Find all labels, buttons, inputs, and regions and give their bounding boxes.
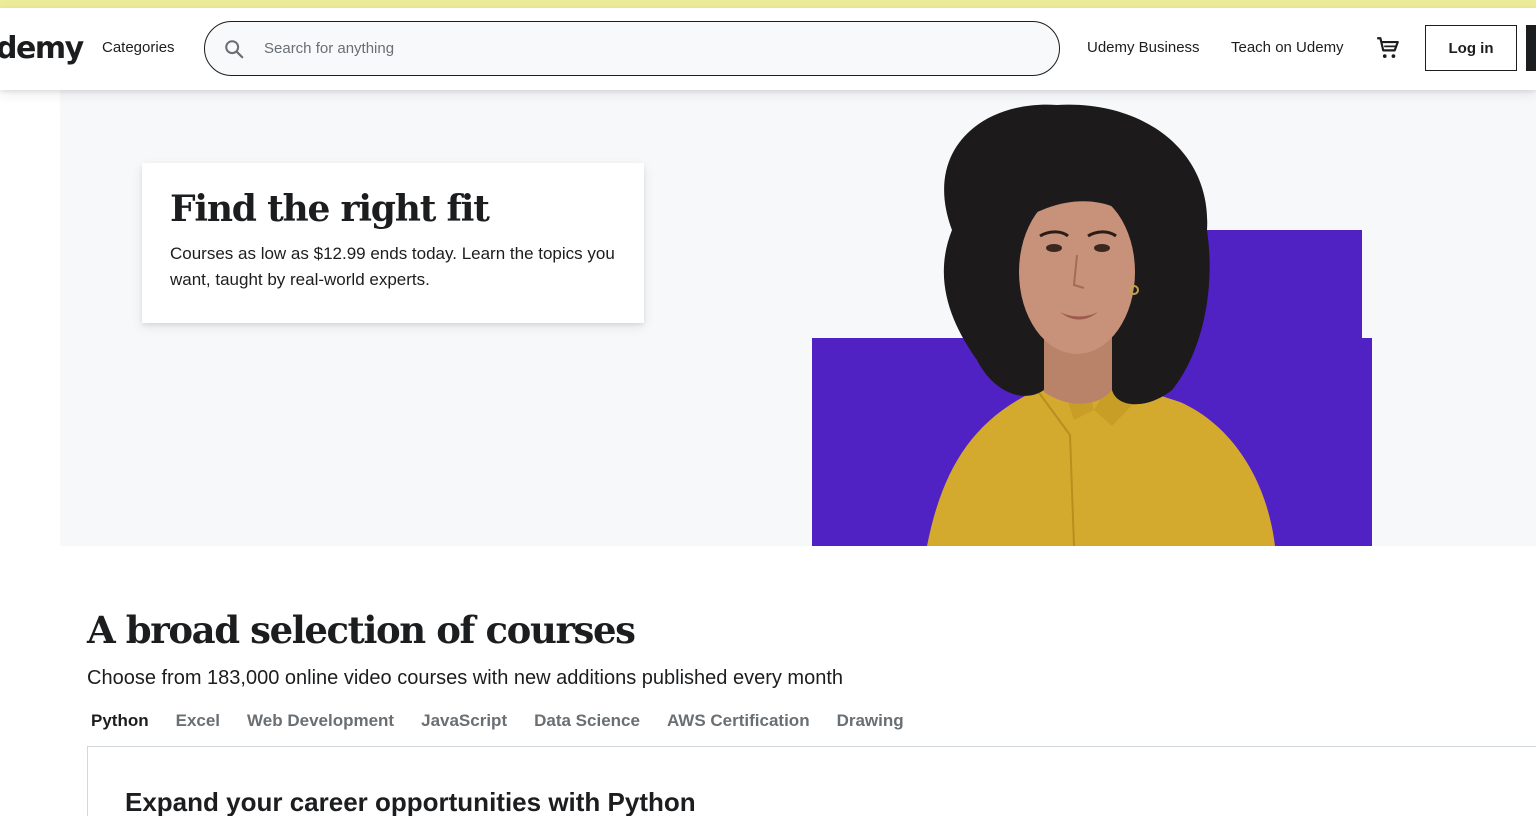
hero-banner: Find the right fit Courses as low as $12… [60, 90, 1536, 546]
course-category-tabs: Python Excel Web Development JavaScript … [91, 710, 904, 734]
top-banner-strip [0, 0, 1536, 8]
udemy-logo[interactable]: demy [0, 31, 84, 67]
tab-excel[interactable]: Excel [176, 710, 220, 734]
hero-title: Find the right fit [170, 188, 490, 230]
search-bar[interactable] [204, 21, 1060, 76]
tab-data-science[interactable]: Data Science [534, 710, 640, 734]
tab-aws-certification[interactable]: AWS Certification [667, 710, 810, 734]
tab-drawing[interactable]: Drawing [837, 710, 904, 734]
shopping-cart-icon[interactable] [1375, 35, 1401, 61]
section-title: A broad selection of courses [87, 608, 636, 652]
signup-button[interactable] [1526, 25, 1536, 71]
teach-on-udemy-link[interactable]: Teach on Udemy [1231, 39, 1344, 57]
course-panel: Expand your career opportunities with Py… [87, 746, 1536, 816]
panel-title: Expand your career opportunities with Py… [125, 787, 696, 816]
tab-javascript[interactable]: JavaScript [421, 710, 507, 734]
site-header: demy Categories Udemy Business Teach on … [0, 8, 1536, 90]
search-icon[interactable] [223, 38, 245, 60]
hero-portrait-image [812, 104, 1372, 546]
udemy-business-link[interactable]: Udemy Business [1087, 39, 1200, 57]
hero-text: Courses as low as $12.99 ends today. Lea… [170, 244, 615, 289]
face [1019, 190, 1135, 354]
tab-python[interactable]: Python [91, 710, 149, 734]
hero-card: Find the right fit Courses as low as $12… [142, 163, 644, 323]
tab-web-development[interactable]: Web Development [247, 710, 394, 734]
categories-menu[interactable]: Categories [102, 39, 175, 57]
login-button[interactable]: Log in [1425, 25, 1517, 71]
search-input[interactable] [264, 22, 1044, 75]
section-subtitle: Choose from 183,000 online video courses… [87, 667, 844, 689]
